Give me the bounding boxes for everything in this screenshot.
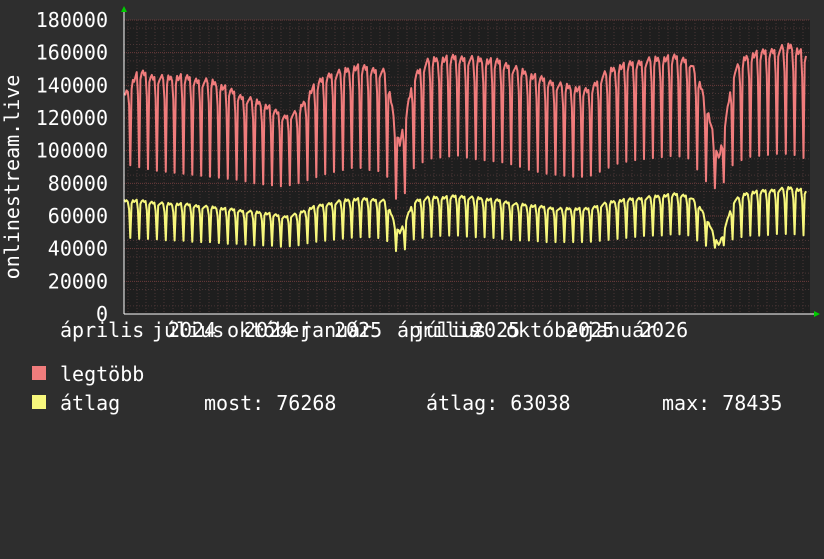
x-tick-label: 2026 [640,318,688,342]
y-tick-label: 20000 [48,269,108,293]
stat-now: most: 76268 [204,391,337,415]
legend-item-max: legtöbb [30,362,144,386]
stat-max: max: 78435 [662,391,783,415]
x-tick-label: 2024 [168,318,216,342]
legend: legtöbb átlag most: 76268 átlag: 63038 m… [30,362,820,422]
y-axis-label: onlinestream.live [0,75,24,280]
legend-label-avg: átlag [60,391,121,415]
x-tick-label: 2024 [244,318,292,342]
x-tick-label: 2025 [334,318,382,342]
legend-swatch-max [32,366,46,380]
x-tick-label: április [60,318,144,342]
x-axis-arrow [814,311,820,317]
y-tick-label: 180000 [36,8,108,32]
legend-label-max: legtöbb [60,362,145,386]
y-tick-label: 140000 [36,73,108,97]
y-axis-arrow [121,6,127,12]
y-tick-label: 80000 [48,171,108,195]
y-tick-label: 120000 [36,106,108,130]
y-tick-label: 40000 [48,237,108,261]
y-tick-label: 160000 [36,41,108,65]
y-tick-label: 60000 [48,204,108,228]
y-tick-label: 100000 [36,139,108,163]
legend-item-avg: átlag most: 76268 átlag: 63038 max: 7843… [30,391,820,415]
legend-swatch-avg [32,395,46,409]
stat-avg: átlag: 63038 [426,391,571,415]
